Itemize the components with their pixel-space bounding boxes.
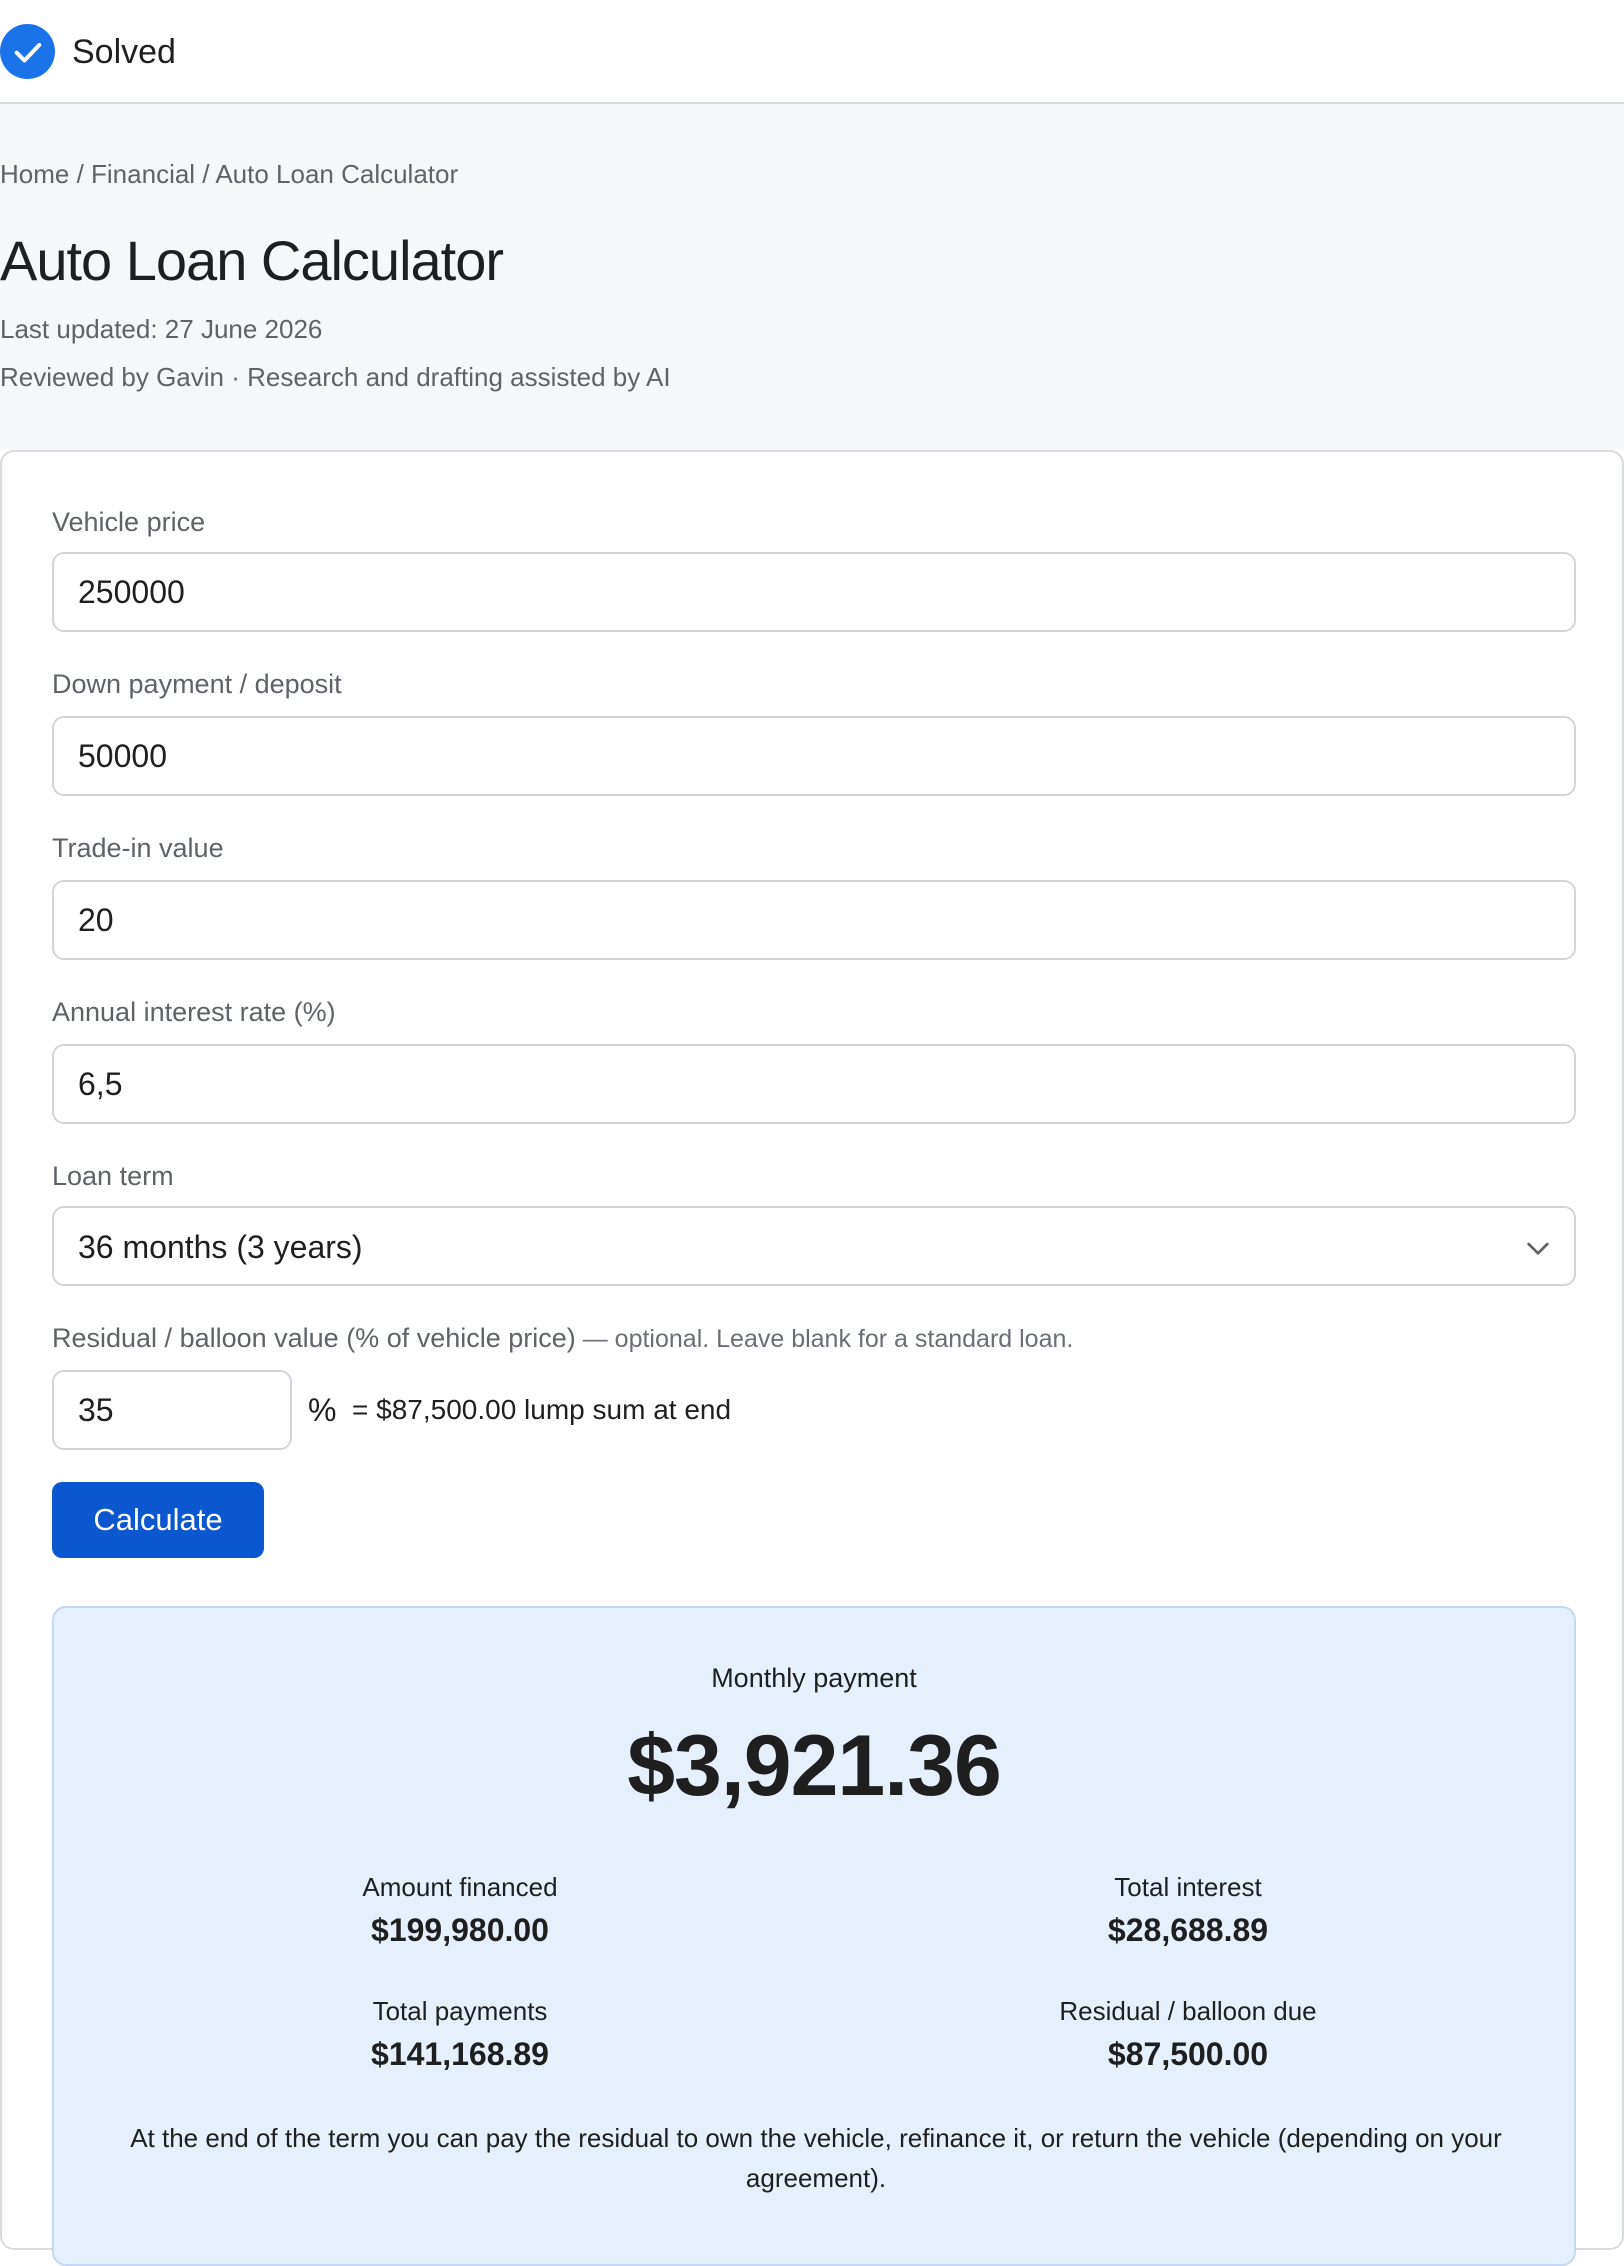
interest-rate-label: Annual interest rate (%) — [52, 997, 336, 1027]
total-interest-stat: Total interest $28,688.89 — [928, 1870, 1448, 1950]
total-payments-value: $141,168.89 — [371, 2036, 549, 2072]
page-header: Home / Financial / Auto Loan Calculator … — [0, 104, 1624, 450]
trade-in-label: Trade-in value — [52, 833, 224, 863]
check-circle-icon — [0, 24, 55, 79]
reviewed-by: Reviewed by Gavin · Research and draftin… — [0, 362, 671, 392]
loan-term-select[interactable]: 36 months (3 years) — [52, 1206, 1576, 1286]
residual-due-stat: Residual / balloon due $87,500.00 — [928, 1994, 1448, 2074]
residual-due-label: Residual / balloon due — [1059, 1996, 1317, 2026]
residual-due-value: $87,500.00 — [1107, 2036, 1269, 2072]
status-label: Solved — [72, 33, 176, 71]
amount-financed-stat: Amount financed $199,980.00 — [200, 1870, 720, 1950]
vehicle-price-input[interactable] — [52, 552, 1576, 632]
vehicle-price-label: Vehicle price — [52, 507, 206, 537]
page-title: Auto Loan Calculator — [0, 229, 504, 292]
total-interest-value: $28,688.89 — [1107, 1912, 1269, 1948]
breadcrumb: Home / Financial / Auto Loan Calculator — [0, 159, 459, 189]
residual-input[interactable] — [52, 1370, 292, 1450]
loan-term-value: 36 months (3 years) — [78, 1229, 363, 1265]
total-interest-label: Total interest — [1114, 1872, 1262, 1902]
top-bar: Solved — [0, 0, 1624, 104]
calculator-card: Vehicle price Down payment / deposit Tra… — [0, 450, 1624, 2266]
down-payment-label: Down payment / deposit — [52, 669, 342, 699]
total-payments-stat: Total payments $141,168.89 — [200, 1994, 720, 2074]
amount-financed-label: Amount financed — [362, 1872, 558, 1902]
chevron-down-icon — [1522, 1232, 1554, 1264]
results-note: At the end of the term you can pay the r… — [130, 2123, 1502, 2193]
loan-term-label: Loan term — [52, 1161, 174, 1191]
residual-hint: — optional. Leave blank for a standard l… — [575, 1325, 1074, 1353]
calculate-button[interactable]: Calculate — [52, 1482, 264, 1558]
monthly-payment-value: $3,921.36 — [627, 1718, 1002, 1814]
monthly-payment-label: Monthly payment — [711, 1663, 917, 1693]
trade-in-input[interactable] — [52, 880, 1576, 960]
lump-sum-text: = $87,500.00 lump sum at end — [352, 1394, 732, 1425]
total-payments-label: Total payments — [372, 1996, 548, 2026]
percent-unit: % — [308, 1392, 337, 1428]
residual-label-text: Residual / balloon value (% of vehicle p… — [52, 1323, 576, 1353]
results-panel: Monthly payment $3,921.36 Amount finance… — [52, 1606, 1576, 2266]
last-updated: Last updated: 27 June 2026 — [0, 314, 323, 344]
down-payment-input[interactable] — [52, 716, 1576, 796]
interest-rate-input[interactable] — [52, 1044, 1576, 1124]
amount-financed-value: $199,980.00 — [371, 1912, 549, 1948]
residual-label: Residual / balloon value (% of vehicle p… — [52, 1320, 1073, 1357]
